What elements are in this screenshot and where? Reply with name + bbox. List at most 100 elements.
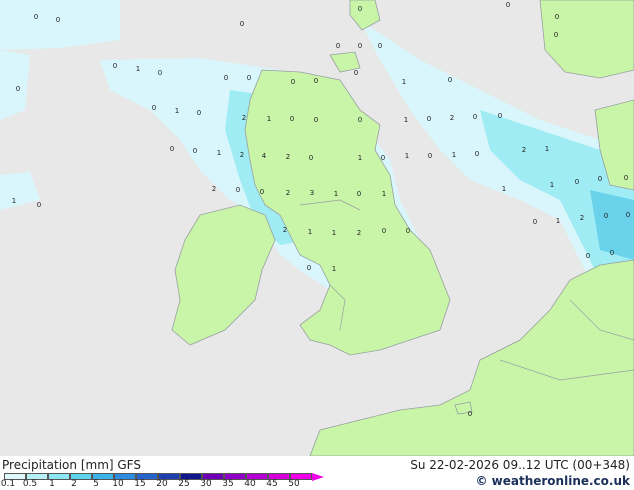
grid-value-label: 0 [554,31,558,39]
grid-value-label: 0 [236,186,240,194]
color-scale-tick: 45 [266,479,278,489]
grid-value-label: 0 [357,190,361,198]
grid-value-label: 0 [358,116,362,124]
grid-value-label: 0 [358,42,362,50]
grid-value-label: 1 [545,145,549,153]
grid-value-label: 0 [291,78,295,86]
color-scale-tick: 20 [156,479,168,489]
color-scale-tick: 5 [93,479,99,489]
run-info: Su 22-02-2026 09..12 UTC (00+348) [410,458,630,472]
legend-title: Precipitation [mm] GFS [2,458,141,472]
grid-value-label: 2 [522,146,526,154]
grid-value-label: 1 [175,107,179,115]
grid-value-label: 2 [212,185,216,193]
grid-value-label: 4 [262,152,267,160]
grid-value-label: 0 [358,5,362,13]
color-scale-tick: 0.1 [0,479,16,489]
grid-value-label: 0 [56,16,60,24]
grid-value-label: 0 [34,13,38,21]
grid-value-label: 1 [332,265,336,273]
grid-value-label: 0 [113,62,117,70]
grid-value-label: 1 [308,228,312,236]
grid-value-label: 2 [580,214,584,222]
color-scale-tick: 15 [134,479,146,489]
grid-value-label: 2 [357,229,361,237]
grid-value-label: 0 [610,249,614,257]
grid-value-label: 1 [267,115,271,123]
credit-link[interactable]: © weatheronline.co.uk [475,474,630,488]
grid-value-label: 0 [498,112,502,120]
precipitation-map: 0 0 0 0 0 0 0 0 0 0 0 1 0 0 0 0 0 0 1 0 0 0 1 0 2 1 0 0 0 1 0 2 0 0 0 0 1 2 4 2… [0,0,634,456]
grid-value-label: 2 [283,226,287,234]
grid-value-label: 0 [604,212,608,220]
grid-value-label: 3 [310,189,314,197]
bottom-bar: Precipitation [mm] GFS Su 22-02-2026 09.… [0,456,634,490]
grid-value-label: 0 [598,175,602,183]
grid-value-label: 2 [242,114,246,122]
grid-value-label: 0 [428,152,432,160]
grid-value-label: 0 [224,74,228,82]
grid-value-label: 1 [358,154,362,162]
grid-value-label: 2 [450,114,454,122]
grid-value-label: 0 [473,113,477,121]
grid-value-label: 0 [626,211,630,219]
color-scale-tick: 1 [49,479,55,489]
grid-value-label: 1 [550,181,554,189]
grid-value-label: 0 [314,77,318,85]
grid-value-label: 2 [240,151,244,159]
grid-value-label: 0 [533,218,537,226]
grid-value-label: 1 [382,190,386,198]
grid-value-label: 0 [586,252,590,260]
grid-value-label: 1 [502,185,506,193]
grid-value-label: 0 [152,104,156,112]
color-scale-arrow [312,473,324,481]
grid-value-label: 1 [332,229,336,237]
grid-value-label: 0 [336,42,340,50]
grid-value-label: 0 [506,1,510,9]
color-scale-tick: 25 [178,479,190,489]
grid-value-label: 0 [158,69,162,77]
grid-value-label: 0 [309,154,313,162]
grid-value-label: 0 [448,76,452,84]
color-scale-tick: 0.5 [22,479,38,489]
grid-value-label: 0 [260,188,264,196]
grid-value-label: 0 [16,85,20,93]
grid-value-label: 1 [405,152,409,160]
grid-value-label: 1 [452,151,456,159]
grid-value-label: 0 [170,145,174,153]
grid-value-label: 1 [334,190,338,198]
grid-value-label: 2 [286,189,290,197]
grid-value-label: 0 [381,154,385,162]
grid-value-label: 1 [136,65,140,73]
grid-value-label: 0 [197,109,201,117]
grid-value-label: 0 [624,174,628,182]
grid-value-label: 0 [427,115,431,123]
grid-value-label: 1 [217,149,221,157]
grid-value-label: 0 [354,69,358,77]
color-scale-tick: 2 [71,479,77,489]
grid-value-label: 0 [575,178,579,186]
grid-value-label: 0 [240,20,244,28]
grid-value-label: 0 [193,147,197,155]
grid-value-label: 1 [402,78,406,86]
grid-value-label: 0 [406,227,410,235]
grid-value-label: 0 [555,13,559,21]
grid-value-label: 1 [556,217,560,225]
grid-value-label: 0 [290,115,294,123]
grid-value-label: 1 [404,116,408,124]
color-scale-tick: 50 [288,479,300,489]
grid-value-label: 1 [12,197,16,205]
grid-value-label: 0 [382,227,386,235]
grid-value-label: 2 [286,153,290,161]
color-scale-tick: 30 [200,479,212,489]
color-scale-tick: 40 [244,479,256,489]
grid-value-label: 0 [37,201,41,209]
grid-value-label: 0 [378,42,382,50]
color-scale-tick: 35 [222,479,234,489]
grid-value-label: 0 [475,150,479,158]
color-scale-tick: 10 [112,479,124,489]
grid-value-label: 0 [247,74,251,82]
grid-value-label: 0 [307,264,311,272]
grid-value-label: 0 [314,116,318,124]
grid-value-label: 0 [468,410,472,418]
